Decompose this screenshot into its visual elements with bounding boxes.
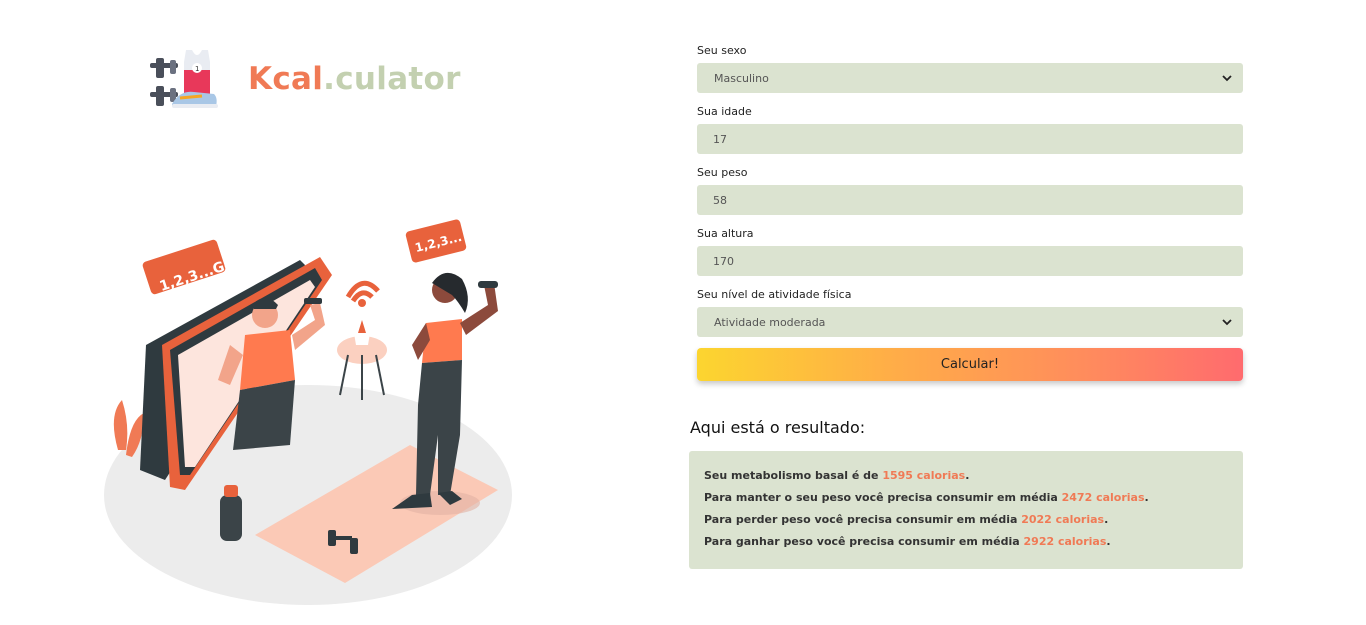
result-box: Seu metabolismo basal é de 1595 calorias… <box>689 451 1243 569</box>
logo: 1 Kcal.culator <box>150 48 461 110</box>
result-line-value: 2022 calorias <box>1021 513 1105 526</box>
age-input-value: 17 <box>713 132 727 146</box>
result-line-suffix: . <box>965 469 970 482</box>
result-line-suffix: . <box>1104 513 1109 526</box>
result-line-text: Para manter o seu peso você precisa cons… <box>704 491 1062 504</box>
fitness-logo-icon: 1 <box>150 50 218 108</box>
result-line-text: Seu metabolismo basal é de <box>704 469 883 482</box>
sex-label: Seu sexo <box>697 44 747 57</box>
result-line-suffix: . <box>1106 535 1111 548</box>
result-line-maintain: Para manter o seu peso você precisa cons… <box>704 490 1228 512</box>
height-input-value: 170 <box>713 254 734 268</box>
height-input[interactable]: 170 <box>697 246 1243 276</box>
activity-select[interactable]: Atividade moderada <box>697 307 1243 337</box>
result-line-gain: Para ganhar peso você precisa consumir e… <box>704 534 1228 556</box>
weight-input[interactable]: 58 <box>697 185 1243 215</box>
brand-name: Kcal.culator <box>248 61 461 97</box>
result-line-value: 2472 calorias <box>1061 491 1145 504</box>
result-line-suffix: . <box>1144 491 1149 504</box>
activity-label: Seu nível de atividade física <box>697 288 852 301</box>
calculate-button[interactable]: Calcular! <box>697 348 1243 381</box>
chevron-down-icon <box>1222 75 1232 82</box>
result-title: Aqui está o resultado: <box>690 418 866 437</box>
activity-select-value: Atividade moderada <box>714 315 826 329</box>
weight-input-value: 58 <box>713 193 727 207</box>
sex-select[interactable]: Masculino <box>697 63 1243 93</box>
workout-illustration: 1,2,3...Go! 1,2,3... <box>104 219 512 605</box>
weight-label: Seu peso <box>697 166 748 179</box>
svg-text:1: 1 <box>195 65 199 73</box>
result-line-value: 1595 calorias <box>882 469 966 482</box>
brand-name-part2: .culator <box>323 61 461 97</box>
sex-select-value: Masculino <box>714 71 769 85</box>
chevron-down-icon <box>1222 319 1232 326</box>
result-line-value: 2922 calorias <box>1023 535 1107 548</box>
age-input[interactable]: 17 <box>697 124 1243 154</box>
result-line-text: Para perder peso você precisa consumir e… <box>704 513 1022 526</box>
result-line-basal: Seu metabolismo basal é de 1595 calorias… <box>704 468 1228 490</box>
result-line-text: Para ganhar peso você precisa consumir e… <box>704 535 1024 548</box>
result-line-lose: Para perder peso você precisa consumir e… <box>704 512 1228 534</box>
height-label: Sua altura <box>697 227 754 240</box>
calorie-form: Seu sexo Masculino Sua idade 17 Seu peso… <box>697 44 1243 349</box>
age-label: Sua idade <box>697 105 752 118</box>
brand-name-part1: Kcal <box>248 61 324 97</box>
